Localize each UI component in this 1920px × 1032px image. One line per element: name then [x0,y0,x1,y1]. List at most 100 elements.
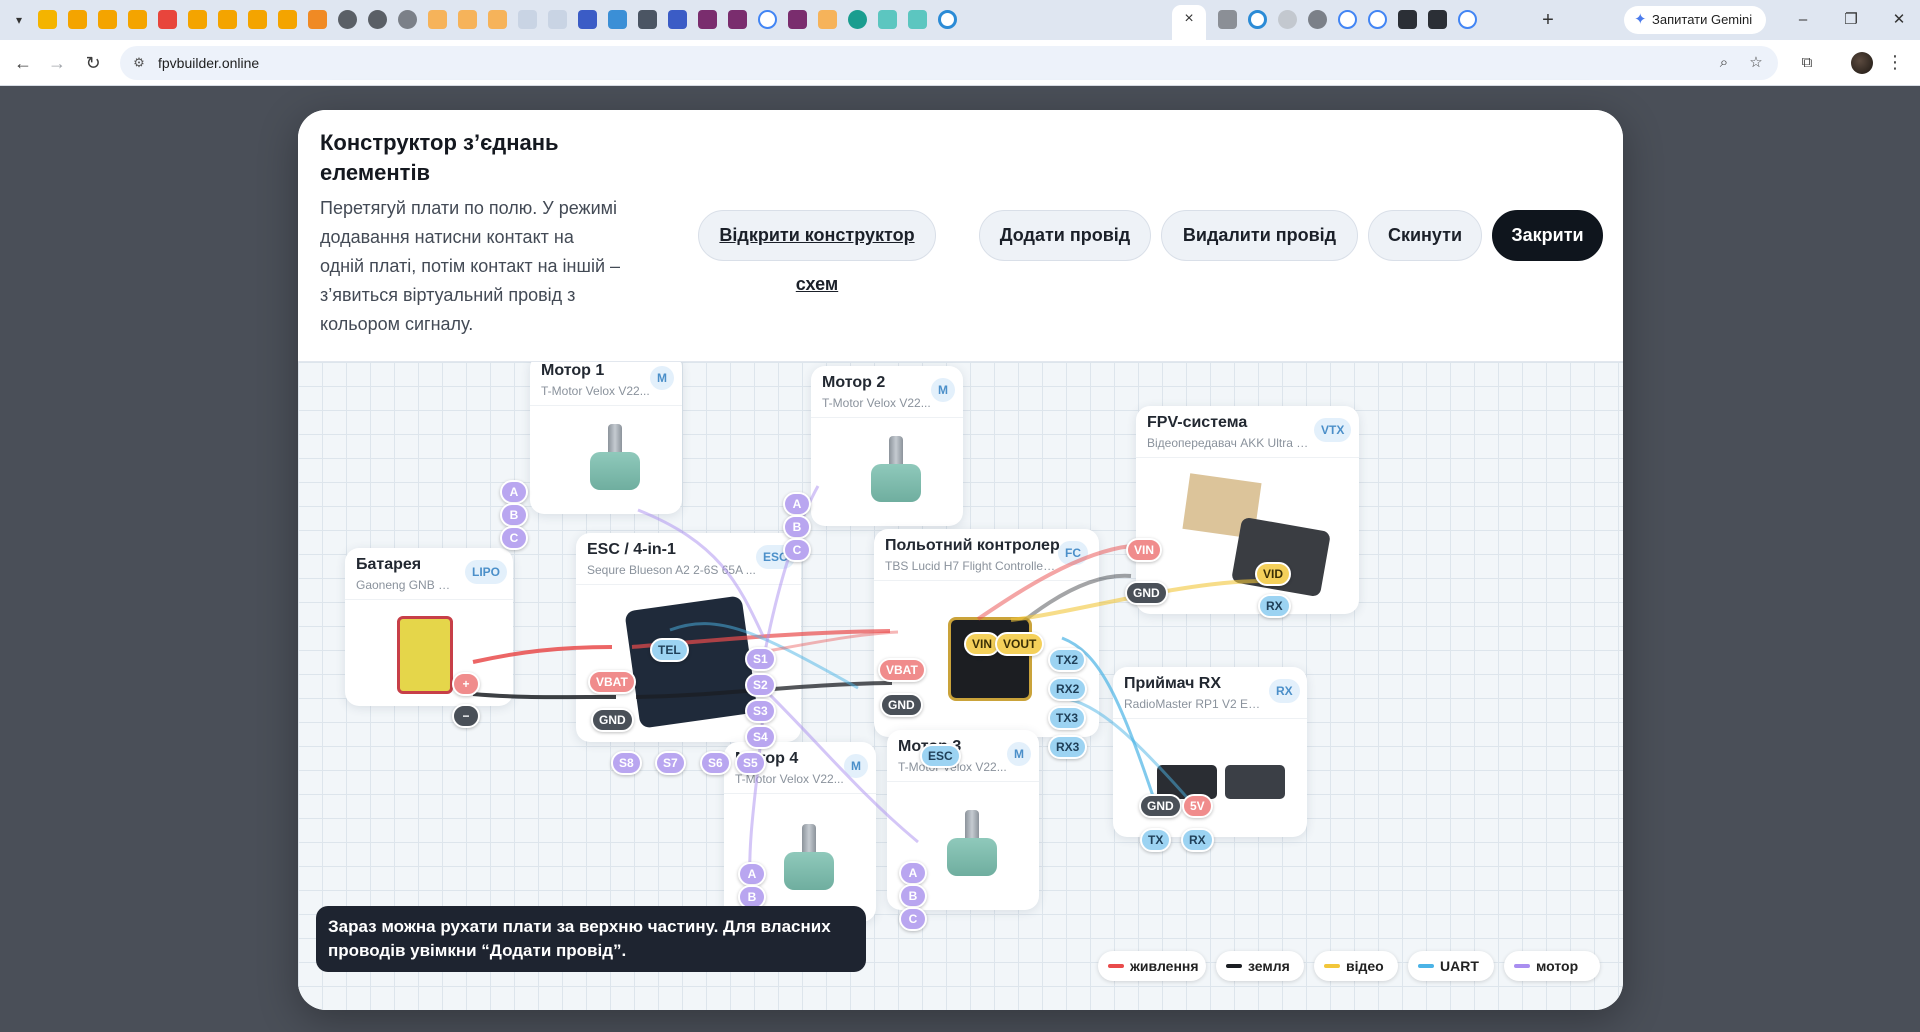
tab-favicon[interactable] [818,10,837,29]
pin-battery-minus[interactable]: − [452,704,480,728]
pin-esc-s4[interactable]: S4 [745,725,776,749]
tab-favicon[interactable] [98,10,117,29]
pin-motor2-c[interactable]: C [783,538,811,562]
board-motor1[interactable]: Мотор 1 T-Motor Velox V22... M [530,362,682,514]
tab-search-chevron-icon[interactable]: ▾ [6,8,32,32]
tab-favicon[interactable] [278,10,297,29]
pin-fc-tx2[interactable]: TX2 [1048,648,1087,672]
window-close-icon[interactable]: ✕ [1884,8,1914,32]
gmail-tab-icon[interactable] [158,10,177,29]
pin-esc-gnd[interactable]: GND [591,708,634,732]
close-button[interactable]: Закрити [1492,210,1603,261]
board-header[interactable]: Батарея Gaoneng GNB 135... LIPO [345,548,513,600]
board-vtx[interactable]: FPV-система Відеопередавач AKK Ultra L..… [1136,406,1359,614]
more-menu-icon[interactable]: ⋮ [1886,50,1904,74]
tab-favicon[interactable] [578,10,597,29]
pin-fc-gnd[interactable]: GND [880,693,923,717]
board-header[interactable]: Польотний контролер TBS Lucid H7 Flight … [874,529,1099,581]
tab-favicon[interactable] [188,10,207,29]
open-schematic-button[interactable]: Відкрити конструктор схем [698,210,936,294]
pin-motor4-a[interactable]: A [738,862,766,886]
tab-favicon[interactable] [788,10,807,29]
reload-icon[interactable]: ↻ [78,48,108,78]
back-arrow-icon[interactable]: ← [8,48,38,78]
tab-favicon[interactable] [428,10,447,29]
tab-favicon[interactable] [1248,10,1267,29]
tab-favicon[interactable] [38,10,57,29]
tab-favicon[interactable] [1428,10,1447,29]
google-tab-icon[interactable] [1368,10,1387,29]
tab-favicon[interactable] [938,10,957,29]
board-header[interactable]: Приймач RX RadioMaster RP1 V2 ELR... RX [1113,667,1307,719]
tab-favicon[interactable] [728,10,747,29]
avatar[interactable] [1851,52,1873,74]
pin-esc-s8[interactable]: S8 [611,751,642,775]
tab-favicon[interactable] [608,10,627,29]
pin-esc-s6[interactable]: S6 [700,751,731,775]
pin-esc-s2[interactable]: S2 [745,673,776,697]
pin-motor1-c[interactable]: C [500,526,528,550]
pin-motor1-b[interactable]: B [500,503,528,527]
pin-esc-s7[interactable]: S7 [655,751,686,775]
tab-favicon[interactable] [878,10,897,29]
tab-favicon[interactable] [488,10,507,29]
restore-icon[interactable]: ❐ [1836,8,1866,32]
tab-favicon[interactable] [1218,10,1237,29]
address-url[interactable]: fpvbuilder.online [158,54,259,72]
board-header[interactable]: Мотор 3 T-Motor Velox V22... M [887,730,1039,782]
pin-motor2-a[interactable]: A [783,492,811,516]
tab-favicon[interactable] [698,10,717,29]
tab-favicon[interactable] [638,10,657,29]
tab-favicon[interactable] [248,10,267,29]
pin-fc-rx2[interactable]: RX2 [1048,677,1088,701]
pin-battery-plus[interactable]: + [452,672,480,696]
pin-fc-rx3[interactable]: RX3 [1048,735,1088,759]
pin-esc-vbat[interactable]: VBAT [588,670,636,694]
pin-motor3-b[interactable]: B [899,884,927,908]
add-wire-button[interactable]: Додати провід [979,210,1151,261]
pin-rx-gnd[interactable]: GND [1139,794,1182,818]
pin-fc-tx3[interactable]: TX3 [1048,706,1087,730]
pin-fc-vout[interactable]: VOUT [995,632,1045,656]
board-header[interactable]: ESC / 4-in-1 Sequre Blueson A2 2-6S 65A … [576,533,801,585]
pin-vtx-rx[interactable]: RX [1258,594,1291,618]
pin-esc-s3[interactable]: S3 [745,699,776,723]
bookmark-star-icon[interactable]: ☆ [1746,53,1766,73]
tab-favicon[interactable] [1398,10,1417,29]
pin-vtx-gnd[interactable]: GND [1125,581,1168,605]
tab-close-icon[interactable]: × [1181,9,1197,29]
board-battery[interactable]: Батарея Gaoneng GNB 135... LIPO [345,548,513,706]
pin-fc-vbat[interactable]: VBAT [878,658,926,682]
tab-favicon[interactable] [308,10,327,29]
tab-favicon[interactable] [908,10,927,29]
pin-motor3-c[interactable]: C [899,907,927,931]
tab-favicon[interactable] [338,10,357,29]
tab-favicon[interactable] [668,10,687,29]
board-header[interactable]: Мотор 2 T-Motor Velox V22... M [811,366,963,418]
new-tab-icon[interactable]: + [1537,8,1559,32]
tab-favicon[interactable] [218,10,237,29]
pin-rx-5v[interactable]: 5V [1182,794,1213,818]
pin-fc-esc[interactable]: ESC [920,744,961,768]
site-info-icon[interactable]: ⚙ [130,54,148,72]
google-tab-icon[interactable] [758,10,777,29]
minimize-icon[interactable]: – [1788,8,1818,32]
pin-vtx-vid[interactable]: VID [1255,562,1292,586]
zoom-icon[interactable]: ⌕ [1714,53,1734,73]
forward-arrow-icon[interactable]: → [42,48,72,78]
tab-favicon[interactable] [1278,10,1297,29]
pin-motor3-a[interactable]: A [899,861,927,885]
address-bar[interactable] [120,46,1778,80]
tab-favicon[interactable] [458,10,477,29]
pin-rx-tx[interactable]: TX [1140,828,1172,852]
tab-favicon[interactable] [68,10,87,29]
pin-motor2-b[interactable]: B [783,515,811,539]
tab-favicon[interactable] [1308,10,1327,29]
google-tab-icon[interactable] [1458,10,1477,29]
board-header[interactable]: FPV-система Відеопередавач AKK Ultra L..… [1136,406,1359,458]
google-tab-icon[interactable] [1338,10,1357,29]
pin-vtx-vin[interactable]: VIN [1126,538,1163,562]
extensions-icon[interactable]: ⧉ [1797,53,1817,73]
remove-wire-button[interactable]: Видалити провід [1161,210,1358,261]
pin-rx-rx[interactable]: RX [1181,828,1214,852]
